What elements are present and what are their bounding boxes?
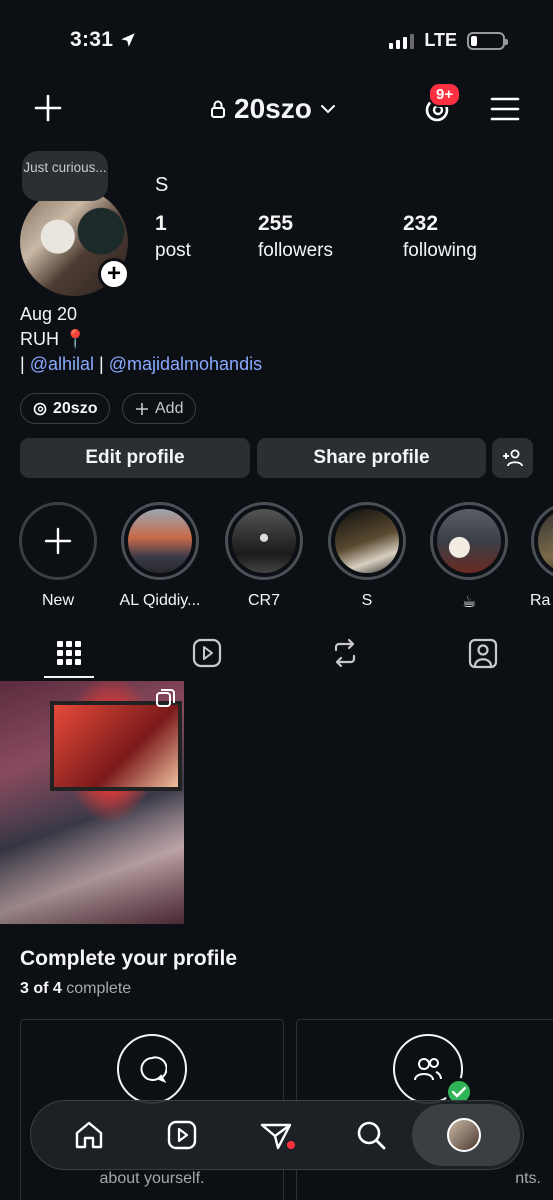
threads-profile-link[interactable]: 20szo [20, 393, 111, 424]
profile-nav-avatar[interactable] [447, 1118, 481, 1152]
unread-dot [287, 1141, 295, 1149]
bio-line-1: Aug 20 [20, 304, 78, 324]
status-indicators: LTE [389, 30, 508, 51]
menu-icon[interactable] [490, 96, 520, 122]
bio-icon-circle [117, 1034, 187, 1104]
following-stat[interactable]: 232 following [403, 212, 477, 262]
post-image-detail [50, 701, 182, 791]
edit-profile-button[interactable]: Edit profile [20, 438, 250, 478]
card-description: nts. [515, 1170, 541, 1187]
plus-icon [136, 402, 148, 415]
mention-link[interactable]: @majidalmohandis [109, 354, 262, 374]
people-icon [414, 1058, 442, 1081]
mention-link[interactable]: @alhilal [30, 354, 94, 374]
home-icon[interactable] [70, 1116, 108, 1154]
discover-people-button[interactable] [492, 438, 533, 478]
reels-tab-icon[interactable] [189, 636, 225, 670]
highlight-item[interactable]: ☕ [429, 502, 509, 612]
add-person-icon [502, 449, 523, 467]
highlight-item[interactable]: CR7 [224, 502, 304, 610]
carrier-label: LTE [424, 30, 457, 50]
posts-stat[interactable]: 1 post [155, 212, 191, 262]
carousel-icon [156, 689, 175, 707]
lock-icon [211, 100, 225, 118]
threads-icon [33, 402, 47, 415]
signal-icon [389, 33, 415, 49]
post-thumbnail[interactable] [0, 681, 184, 924]
share-profile-button[interactable]: Share profile [257, 438, 486, 478]
profile-bio: Aug 20 RUH 📍 | @alhilal | @majidalmohand… [20, 302, 262, 377]
active-tab-indicator [44, 676, 94, 678]
grid-tab-icon[interactable] [51, 636, 87, 670]
account-switcher[interactable]: 20szo [210, 93, 336, 125]
status-time: 3:31 [70, 28, 137, 52]
bio-line-2: RUH 📍 [20, 329, 87, 349]
followers-stat[interactable]: 255 followers [258, 212, 333, 262]
highlight-item[interactable]: AL Qiddiy... [120, 502, 200, 610]
tagged-tab-icon[interactable] [465, 636, 501, 670]
profile-name: S [155, 174, 169, 196]
bio-line-3: | @alhilal | @majidalmohandis [20, 354, 263, 374]
add-link-button[interactable]: Add [122, 393, 197, 424]
highlight-item[interactable]: Ra [530, 502, 553, 610]
note-bubble[interactable]: Just curious... [22, 151, 108, 201]
speech-bubble-icon [140, 1056, 167, 1084]
username-title: 20szo [234, 93, 312, 124]
reels-icon[interactable] [163, 1116, 201, 1154]
complete-profile-progress: 3 of 4 complete [20, 980, 132, 997]
card-description: about yourself. [99, 1170, 205, 1187]
add-story-button[interactable]: + [98, 258, 130, 290]
complete-profile-title: Complete your profile [20, 947, 238, 970]
create-plus-icon[interactable] [32, 92, 64, 124]
chevron-down-icon [320, 105, 335, 114]
plus-icon [44, 527, 72, 555]
highlight-item[interactable]: S [327, 502, 407, 610]
highlight-new[interactable]: New [18, 502, 98, 610]
battery-icon [467, 31, 508, 50]
location-arrow-icon [121, 33, 135, 47]
notification-badge: 9+ [428, 82, 462, 107]
reposts-tab-icon[interactable] [327, 636, 363, 670]
search-icon[interactable] [352, 1116, 390, 1154]
